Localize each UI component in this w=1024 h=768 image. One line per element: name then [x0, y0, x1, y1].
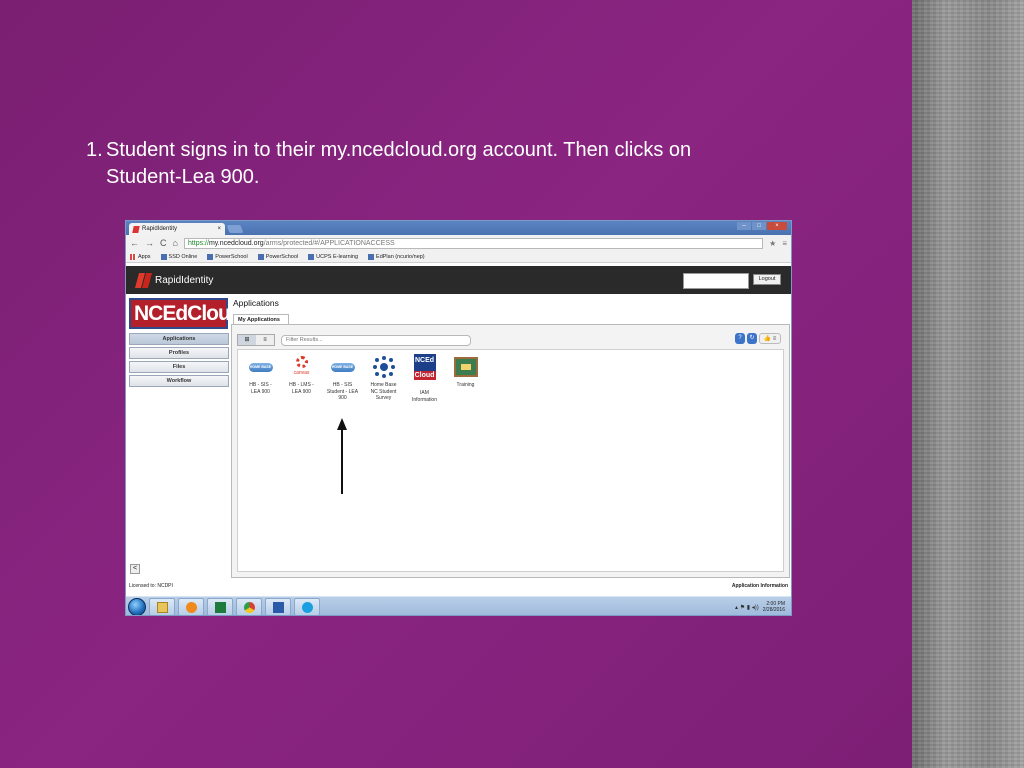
survey-icon [372, 356, 395, 378]
skype-icon[interactable] [294, 598, 320, 615]
grid-view-icon[interactable]: ⊞ [238, 335, 256, 345]
browser-tab-bar: RapidIdentity × – □ × [126, 221, 791, 235]
logout-button[interactable]: Logout [753, 274, 781, 285]
minimize-button[interactable]: – [737, 222, 751, 230]
refresh-icon[interactable]: ↻ [747, 333, 757, 344]
slide-instruction: 1. Student signs in to their my.ncedcloud… [86, 137, 846, 191]
tab-close-icon[interactable]: × [217, 226, 221, 232]
rapididentity-favicon-icon [132, 225, 140, 233]
media-player-icon[interactable] [178, 598, 204, 615]
tray-icons[interactable]: ▴ ⚑ ▮ ◂)) [735, 604, 759, 611]
url-path: /arms/protected/#/APPLICATIONACCESS [263, 239, 395, 247]
excel-icon[interactable] [207, 598, 233, 615]
pointer-arrow [337, 418, 347, 494]
ncedcloud-logo: NCEd Cloud [129, 298, 243, 329]
chrome-icon[interactable] [236, 598, 262, 615]
window-controls: – □ × [737, 222, 787, 230]
side-texture-strip [912, 0, 1024, 768]
browser-screenshot: RapidIdentity × – □ × ← → C ⌂ https://my… [125, 220, 792, 616]
browser-tab[interactable]: RapidIdentity × [129, 223, 225, 235]
apps-grid-icon [130, 253, 136, 260]
home-base-icon: HOME BASE [330, 362, 355, 372]
like-menu-button[interactable]: 👍 ≡ [759, 333, 781, 344]
page-title: Applications [233, 298, 279, 308]
canvas-icon: canvas [290, 356, 314, 378]
application-information-link[interactable]: Application Information [732, 583, 788, 589]
panel-actions: ? ↻ 👍 ≡ [735, 333, 781, 344]
windows-taskbar: ▴ ⚑ ▮ ◂)) 2:00 PM 2/28/2016 [126, 596, 791, 615]
app-hb-lms-lea-900[interactable]: canvas HB - LMS - LEA 900 [282, 355, 321, 403]
url-scheme: https:// [187, 239, 209, 247]
reload-icon[interactable]: C [160, 238, 167, 248]
start-button[interactable] [128, 598, 146, 615]
filter-results-input[interactable] [281, 334, 471, 346]
browser-toolbar: ← → C ⌂ https://my.ncedcloud.org/arms/pr… [126, 235, 791, 251]
instruction-line-2: Student-Lea 900. [106, 166, 260, 188]
system-tray: ▴ ⚑ ▮ ◂)) 2:00 PM 2/28/2016 [735, 601, 791, 613]
powerschool-icon [207, 253, 214, 260]
bookmarks-bar: Apps SSD Online PowerSchool PowerSchool … [126, 251, 791, 263]
new-tab-button[interactable] [226, 225, 244, 233]
explorer-icon[interactable] [149, 598, 175, 615]
list-view-icon[interactable]: ≡ [256, 335, 274, 345]
tray-clock[interactable]: 2:00 PM 2/28/2016 [763, 601, 785, 613]
applications-panel: ⊞ ≡ ? ↻ 👍 ≡ HOME BASE HB - SIS -LEA 900 … [231, 324, 790, 578]
powerschool-icon [257, 253, 264, 260]
sidebar-nav: Applications Profiles Files Workflow [129, 333, 229, 387]
help-icon[interactable]: ? [735, 333, 745, 344]
bookmark-ssd-online[interactable]: SSD Online [160, 253, 197, 260]
view-toggle: ⊞ ≡ [237, 334, 275, 346]
panel-toolbar: ⊞ ≡ [237, 334, 471, 346]
bookmark-icon [308, 253, 315, 260]
sidebar: NCEd Cloud Applications Profiles Files Wo… [129, 298, 243, 387]
back-icon[interactable]: ← [130, 238, 139, 248]
instruction-line-1: Student signs in to their my.ncedcloud.o… [106, 139, 692, 161]
bookmark-powerschool-1[interactable]: PowerSchool [207, 253, 248, 260]
bookmark-star-icon[interactable]: ★ [769, 239, 776, 248]
sidebar-item-applications[interactable]: Applications [129, 333, 229, 345]
word-icon[interactable] [265, 598, 291, 615]
forward-icon[interactable]: → [145, 238, 154, 248]
home-base-icon: HOME BASE [248, 362, 273, 372]
address-bar[interactable]: https://my.ncedcloud.org/arms/protected/… [183, 237, 764, 249]
app-home-base-nc-student-survey[interactable]: Home Base NC Student Survey [364, 355, 403, 403]
menu-icon[interactable]: ≡ [782, 239, 787, 248]
bookmark-ucps-elearning[interactable]: UCPS E-learning [308, 253, 358, 260]
app-hb-sis-lea-900[interactable]: HOME BASE HB - SIS - LEA 900 [241, 355, 280, 403]
tab-title: RapidIdentity [142, 226, 178, 232]
apps-grid: HOME BASE HB - SIS - LEA 900 canvas HB - … [237, 349, 784, 572]
training-chalkboard-icon [453, 357, 478, 377]
bookmark-apps[interactable]: Apps [130, 253, 151, 260]
sidebar-item-workflow[interactable]: Workflow [129, 375, 229, 387]
header-search-input[interactable] [683, 273, 749, 289]
ncedcloud-icon: NCEd Cloud [413, 354, 436, 380]
bookmark-powerschool-2[interactable]: PowerSchool [257, 253, 298, 260]
app-iam-information[interactable]: NCEd Cloud IAM Information [405, 354, 444, 403]
rapididentity-logo-icon [136, 273, 150, 288]
bookmark-edplan[interactable]: EdPlan (ncurio/nep) [368, 253, 425, 260]
sidebar-collapse-button[interactable]: < [130, 564, 140, 574]
home-icon[interactable]: ⌂ [173, 238, 178, 248]
sidebar-item-profiles[interactable]: Profiles [129, 347, 229, 359]
sidebar-item-files[interactable]: Files [129, 361, 229, 373]
app-hb-sis-student-lea-900[interactable]: HOME BASE HB - SIS Student - LEA 900 [323, 355, 362, 403]
status-bar: Licensed to: NCDPI Application Informati… [126, 581, 791, 591]
window-close-button[interactable]: × [767, 222, 787, 230]
step-number: 1. [86, 139, 103, 161]
bookmark-icon [160, 253, 167, 260]
rapididentity-header: RapidIdentity Logout [126, 266, 791, 294]
licensed-to-text: Licensed to: NCDPI [129, 583, 173, 589]
page-icon [368, 253, 375, 260]
app-training[interactable]: Training [446, 355, 485, 403]
rapididentity-brand: RapidIdentity [155, 274, 214, 286]
url-host: my.ncedcloud.org [208, 239, 264, 247]
maximize-button[interactable]: □ [752, 222, 766, 230]
applications-main: Applications My Applications ⊞ ≡ ? ↻ 👍 ≡… [231, 296, 791, 578]
